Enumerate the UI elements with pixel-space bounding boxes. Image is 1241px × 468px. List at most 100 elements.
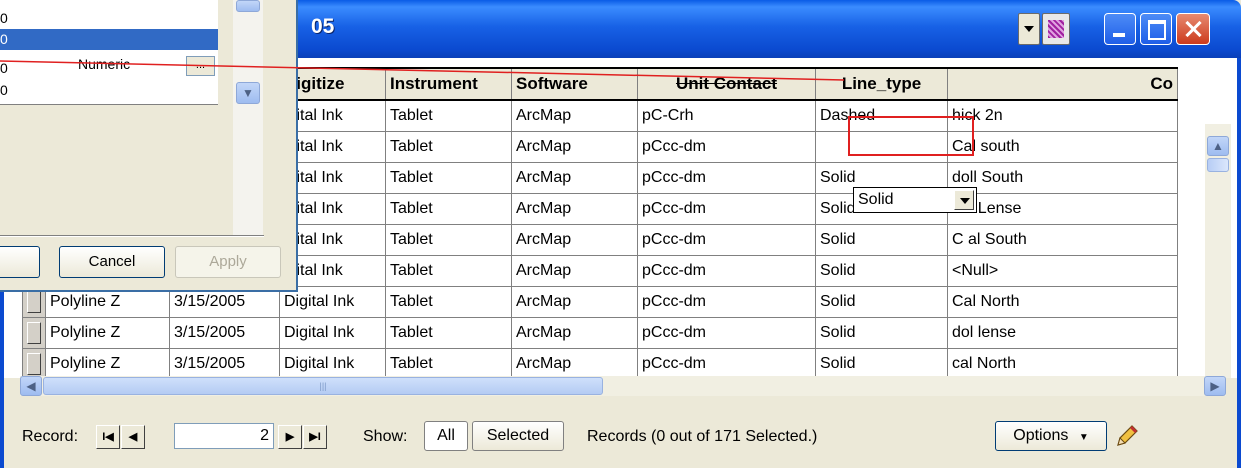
table-cell[interactable]: Tablet [385,348,512,378]
table-cell[interactable]: Tablet [385,255,512,287]
table-cell[interactable]: Polyline Z [45,317,170,349]
table-cell[interactable]: ArcMap [511,193,638,225]
list-item[interactable]: 0 [0,80,218,101]
table-cell[interactable]: <Null> [947,255,1178,287]
table-cell[interactable]: Tablet [385,162,512,194]
table-row[interactable]: Polyline Z 3/15/2005 Digital Ink Tablet ArcM… [22,348,1178,378]
table-cell[interactable]: doll South [947,162,1178,194]
table-cell[interactable]: pCcc-dm [637,131,816,163]
row-selector[interactable] [22,317,46,349]
row-selector[interactable] [22,348,46,378]
show-all-button[interactable]: All [424,421,468,451]
table-cell[interactable]: 3/15/2005 [169,348,280,378]
row-selector-button[interactable] [27,291,41,313]
table-cell[interactable]: Polyline Z [45,348,170,378]
dialog-scroll-up-button[interactable] [236,0,260,12]
line-type-dropdown[interactable]: Solid [853,187,977,213]
apply-button[interactable]: Apply [175,246,281,278]
list-item[interactable]: 0 [0,8,218,29]
previous-record-button[interactable]: ◀ [121,425,145,449]
row-selector-button[interactable] [27,353,41,375]
pencil-icon[interactable] [1114,423,1140,449]
table-cell[interactable]: Solid [815,317,948,349]
dialog-scroll-down-button[interactable]: ▼ [236,82,260,104]
column-header-software[interactable]: Software [511,67,638,101]
ok-button[interactable] [0,246,40,278]
table-cell[interactable]: Tablet [385,193,512,225]
table-cell[interactable]: dol lense [947,317,1178,349]
table-cell[interactable]: Cal south [947,131,1178,163]
show-label: Show: [363,428,408,445]
column-header-comments[interactable]: Co [947,67,1178,101]
table-cell[interactable]: pCcc-dm [637,286,816,318]
table-cell[interactable]: ArcMap [511,317,638,349]
dropdown-arrow-icon[interactable] [954,190,974,210]
table-cell[interactable]: pCcc-dm [637,317,816,349]
minimize-button[interactable] [1104,13,1136,45]
dialog-scrollbar[interactable]: ▼ [233,0,263,235]
field-list[interactable]: 0 0 0 0 Numeric ... [0,0,218,105]
table-cell[interactable]: pCcc-dm [637,162,816,194]
table-cell[interactable]: ArcMap [511,286,638,318]
divider [0,235,264,237]
scroll-up-button[interactable]: ▲ [1207,136,1229,156]
status-bar: Record: I◀ ◀ 2 ▶ ▶I Show: All Selected R… [20,398,1226,464]
appearance-icon[interactable] [1042,13,1070,45]
table-cell[interactable]: Tablet [385,317,512,349]
table-cell[interactable]: pCcc-dm [637,224,816,256]
table-cell[interactable]: ArcMap [511,162,638,194]
field-properties-dialog: 0 0 0 0 Numeric ... ▼ Cancel Apply [0,0,298,292]
table-cell[interactable]: Tablet [385,286,512,318]
first-record-button[interactable]: I◀ [96,425,120,449]
table-cell[interactable]: ArcMap [511,224,638,256]
list-item-selected[interactable]: 0 [0,29,218,50]
maximize-button[interactable] [1140,13,1172,45]
table-cell[interactable]: Digital Ink [279,348,386,378]
column-header-line-type[interactable]: Line_type [815,67,948,101]
scroll-right-button[interactable]: ▶ [1204,376,1226,396]
table-cell[interactable]: pC-Crh [637,99,816,132]
line-type-highlight-box [848,116,974,156]
table-cell[interactable]: pCcc-dm [637,255,816,287]
horizontal-scrollbar[interactable]: ◀ ||| ▶ [20,376,1226,396]
last-record-button[interactable]: ▶I [303,425,327,449]
table-cell[interactable]: Tablet [385,224,512,256]
table-cell[interactable]: hick 2n [947,99,1178,132]
next-record-button[interactable]: ▶ [278,425,302,449]
table-cell[interactable]: ArcMap [511,131,638,163]
table-cell[interactable]: Cal North [947,286,1178,318]
show-selected-button[interactable]: Selected [472,421,564,451]
table-cell[interactable]: C al South [947,224,1178,256]
horizontal-scroll-thumb[interactable]: ||| [43,377,603,395]
window-options-button[interactable] [1018,13,1040,45]
table-row[interactable]: Polyline Z 3/15/2005 Digital Ink Tablet ArcM… [22,317,1178,349]
cancel-button[interactable]: Cancel [59,246,165,278]
table-cell[interactable]: pCcc-dm [637,348,816,378]
table-cell[interactable]: pCcc-dm [637,193,816,225]
table-cell[interactable]: dol Lense [947,193,1178,225]
table-cell[interactable]: Solid [815,224,948,256]
table-cell[interactable]: Tablet [385,99,512,132]
table-cell[interactable]: Tablet [385,131,512,163]
ellipsis-button[interactable]: ... [186,56,215,76]
row-selector-button[interactable] [27,322,41,344]
window-frame-right [1237,58,1241,468]
vertical-scroll-thumb[interactable] [1207,158,1229,172]
close-button[interactable] [1176,13,1210,45]
table-cell[interactable]: ArcMap [511,99,638,132]
table-cell[interactable]: 3/15/2005 [169,317,280,349]
scroll-left-button[interactable]: ◀ [20,376,42,396]
column-header-instrument[interactable]: Instrument [385,67,512,101]
table-cell[interactable]: ArcMap [511,255,638,287]
column-header-unit-contact[interactable]: Unit Contact [637,67,816,101]
table-cell[interactable]: cal North [947,348,1178,378]
options-button[interactable]: Options ▼ [995,421,1107,451]
table-cell[interactable]: Digital Ink [279,317,386,349]
record-number-input[interactable]: 2 [174,423,274,449]
table-cell[interactable]: Solid [815,348,948,378]
line-type-dropdown-value: Solid [858,191,894,208]
table-cell[interactable]: Solid [815,286,948,318]
vertical-scrollbar[interactable]: ▲ ▼ [1205,124,1231,378]
table-cell[interactable]: Solid [815,255,948,287]
table-cell[interactable]: ArcMap [511,348,638,378]
